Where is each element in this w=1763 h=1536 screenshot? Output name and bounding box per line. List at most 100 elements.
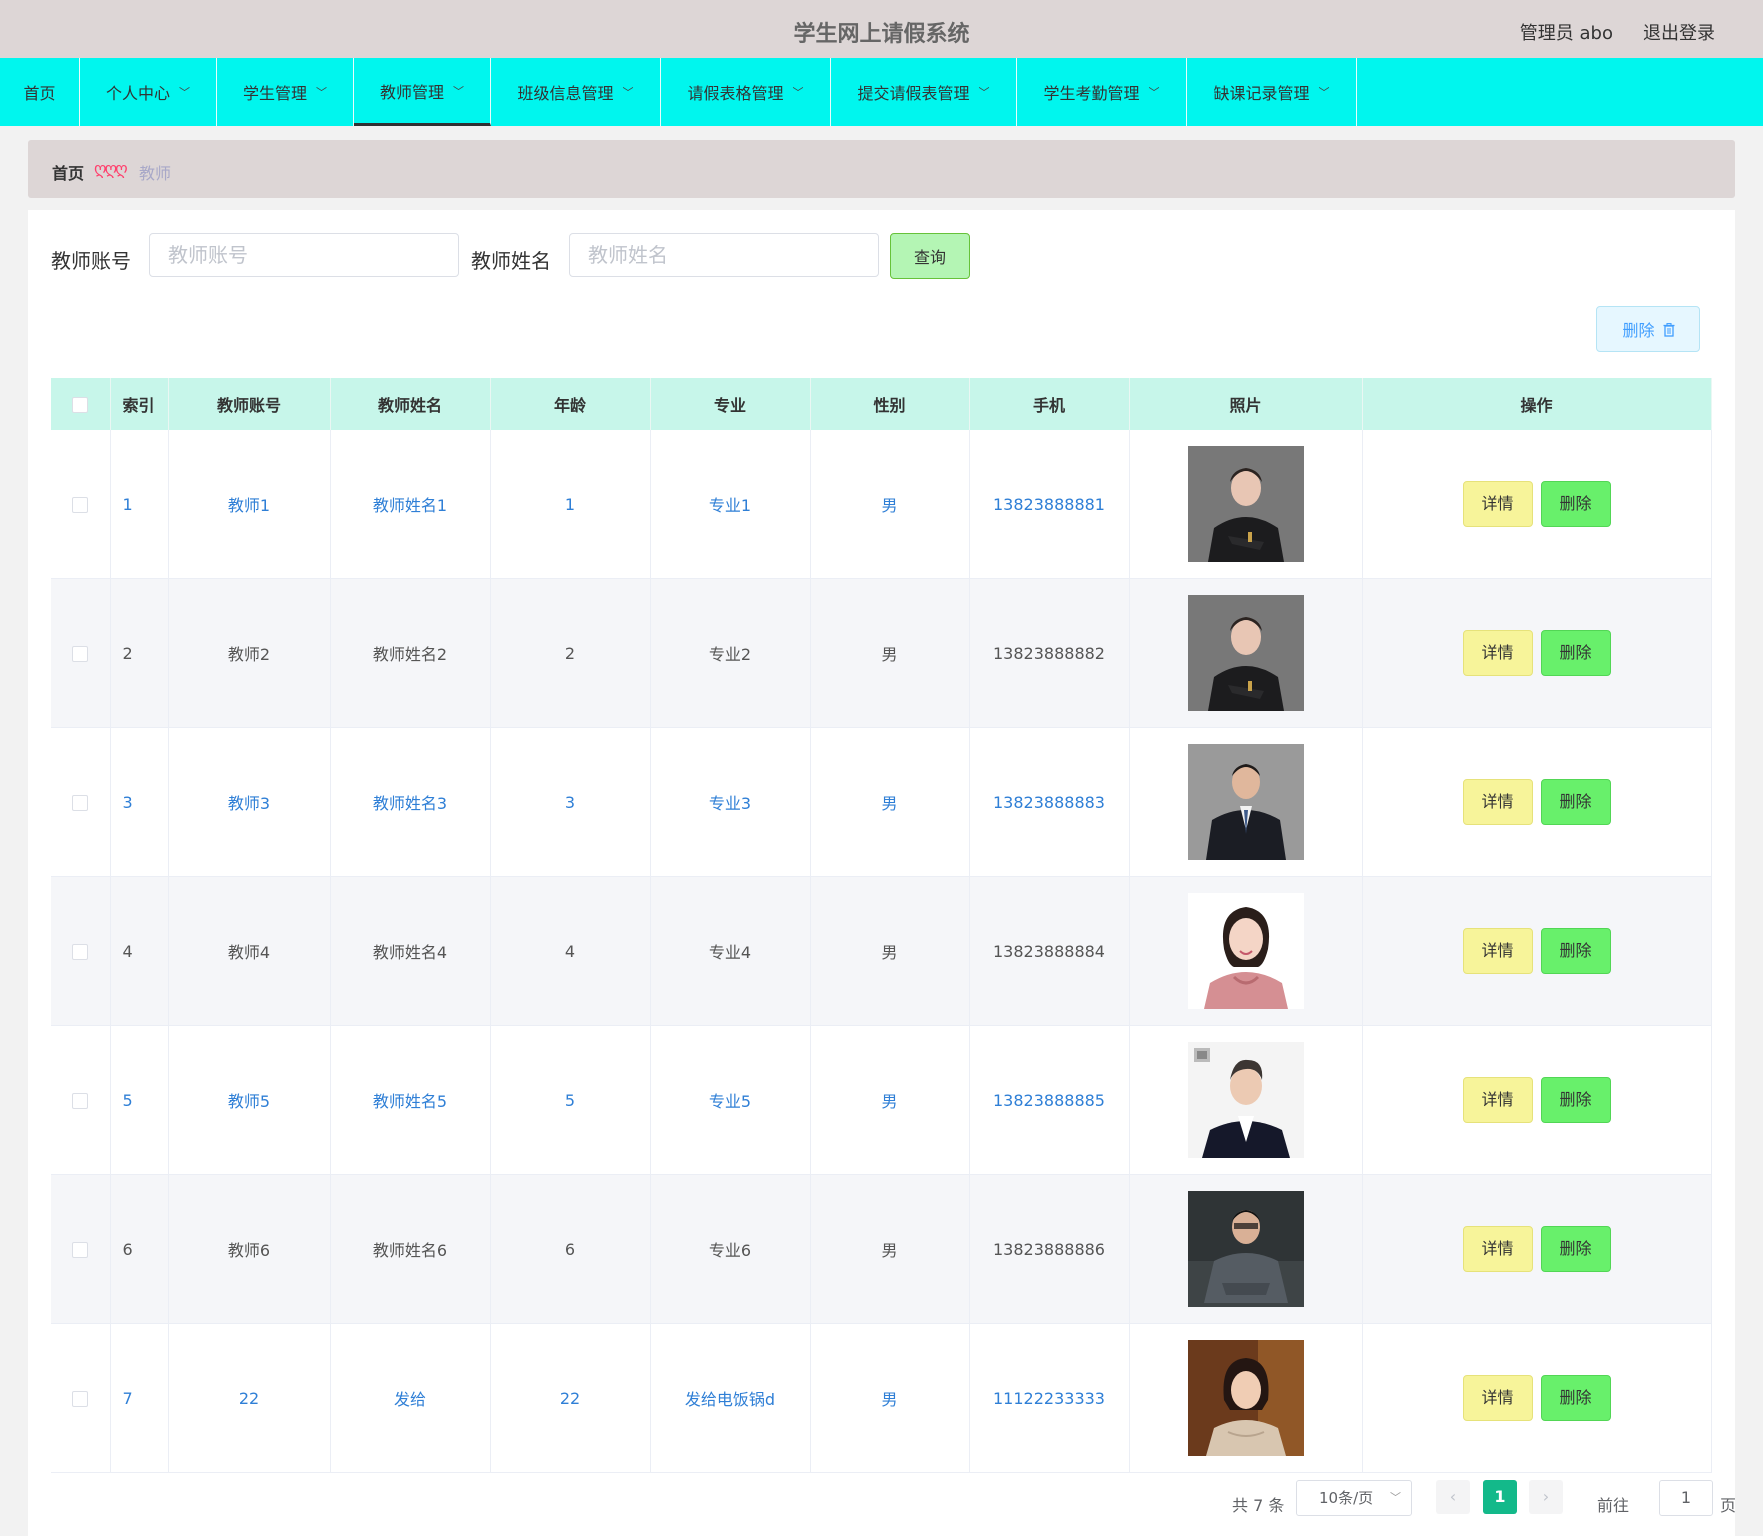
detail-button[interactable]: 详情 xyxy=(1462,1375,1533,1421)
nav-item-label: 个人中心 xyxy=(105,84,170,103)
cell-major: 专业5 xyxy=(650,1025,811,1175)
cell-index: 6 xyxy=(110,1174,169,1324)
cell-account: 教师1 xyxy=(168,430,331,579)
cell-photo xyxy=(1129,876,1363,1026)
bulk-delete-button[interactable]: 删除 xyxy=(1596,306,1700,352)
nav-item-student-management[interactable]: 学生管理 ﹀ xyxy=(217,58,354,126)
teacher-account-input[interactable] xyxy=(149,233,459,277)
cell-major: 专业2 xyxy=(650,578,811,728)
breadcrumb-home[interactable]: 首页 xyxy=(52,160,84,184)
delete-button[interactable]: 删除 xyxy=(1540,1375,1611,1421)
cell-major: 专业3 xyxy=(650,727,811,877)
row-select-cell xyxy=(51,1174,111,1324)
logout-link[interactable]: 退出登录 xyxy=(1643,19,1715,45)
cell-photo xyxy=(1129,1174,1363,1324)
cell-account: 教师3 xyxy=(168,727,331,877)
select-all-cell xyxy=(51,378,111,430)
breadcrumb-current: 教师 xyxy=(139,164,172,183)
user-label: 管理员 abo xyxy=(1519,23,1613,44)
cell-phone: 13823888882 xyxy=(969,578,1130,728)
row-checkbox[interactable] xyxy=(72,1391,89,1407)
chevron-down-icon: ﹀ xyxy=(453,84,464,98)
nav-item-submitted-leave-management[interactable]: 提交请假表管理 ﹀ xyxy=(831,58,1017,126)
teacher-photo xyxy=(1187,893,1304,1009)
table-row: 3 教师3 教师姓名3 3 专业3 男 13823888883 详情 删除 xyxy=(51,727,1712,877)
nav-item-label: 教师管理 xyxy=(379,82,444,102)
row-select-cell xyxy=(51,876,111,1026)
column-header-photo: 照片 xyxy=(1129,378,1363,430)
delete-button[interactable]: 删除 xyxy=(1540,1077,1611,1123)
table-row: 2 教师2 教师姓名2 2 专业2 男 13823888882 详情 删除 xyxy=(51,578,1712,728)
cell-name: 教师姓名4 xyxy=(330,876,491,1026)
cell-age: 1 xyxy=(490,430,651,579)
delete-button[interactable]: 删除 xyxy=(1540,928,1611,974)
cell-age: 3 xyxy=(490,727,651,877)
cell-index: 7 xyxy=(110,1323,169,1473)
nav-item-label: 缺课记录管理 xyxy=(1213,84,1310,103)
detail-button[interactable]: 详情 xyxy=(1462,779,1533,825)
cell-gender: 男 xyxy=(810,1174,970,1324)
cell-index: 5 xyxy=(110,1025,169,1175)
delete-button[interactable]: 删除 xyxy=(1540,481,1611,527)
chevron-down-icon: ﹀ xyxy=(1390,1491,1401,1504)
teacher-photo xyxy=(1187,1042,1304,1158)
cell-age: 6 xyxy=(490,1174,651,1324)
cell-age: 5 xyxy=(490,1025,651,1175)
detail-button[interactable]: 详情 xyxy=(1462,1226,1533,1272)
row-checkbox[interactable] xyxy=(72,646,89,662)
detail-button[interactable]: 详情 xyxy=(1462,1077,1533,1123)
nav-item-label: 提交请假表管理 xyxy=(857,84,970,103)
prev-page-button[interactable]: ‹ xyxy=(1436,1480,1470,1514)
row-checkbox[interactable] xyxy=(72,944,89,960)
row-checkbox[interactable] xyxy=(72,1093,89,1109)
cell-index: 4 xyxy=(110,876,169,1026)
cell-phone: 13823888881 xyxy=(969,430,1130,579)
teacher-name-input[interactable] xyxy=(569,233,879,277)
goto-page-input[interactable]: 1 xyxy=(1659,1480,1713,1516)
nav-item-personal-center[interactable]: 个人中心 ﹀ xyxy=(80,58,217,126)
bulk-delete-label: 删除 xyxy=(1622,321,1655,340)
delete-button[interactable]: 删除 xyxy=(1540,630,1611,676)
cell-actions: 详情 删除 xyxy=(1362,727,1712,877)
detail-button[interactable]: 详情 xyxy=(1462,630,1533,676)
next-page-button[interactable]: › xyxy=(1529,1480,1563,1514)
delete-button[interactable]: 删除 xyxy=(1540,779,1611,825)
nav-item-class-info-management[interactable]: 班级信息管理 ﹀ xyxy=(491,58,661,126)
nav-item-absence-record-management[interactable]: 缺课记录管理 ﹀ xyxy=(1187,58,1357,126)
cell-gender: 男 xyxy=(810,727,970,877)
cell-actions: 详情 删除 xyxy=(1362,1174,1712,1324)
goto-unit-label: 页 xyxy=(1720,1496,1737,1515)
row-checkbox[interactable] xyxy=(72,795,89,811)
cell-account: 22 xyxy=(168,1323,331,1473)
table-row: 1 教师1 教师姓名1 1 专业1 男 13823888881 详情 删除 xyxy=(51,430,1712,579)
table-row: 5 教师5 教师姓名5 5 专业5 男 13823888885 详情 删除 xyxy=(51,1025,1712,1175)
detail-button[interactable]: 详情 xyxy=(1462,928,1533,974)
cell-account: 教师4 xyxy=(168,876,331,1026)
breadcrumb: 首页 ღღღ 教师 xyxy=(28,140,1735,198)
select-all-checkbox[interactable] xyxy=(72,397,89,413)
nav-item-label: 请假表格管理 xyxy=(687,84,784,103)
column-header-phone: 手机 xyxy=(969,378,1130,430)
row-checkbox[interactable] xyxy=(72,1242,89,1258)
row-select-cell xyxy=(51,430,111,579)
cell-gender: 男 xyxy=(810,1025,970,1175)
query-button[interactable]: 查询 xyxy=(890,233,970,279)
teacher-name-label: 教师姓名 xyxy=(471,249,551,273)
row-checkbox[interactable] xyxy=(72,497,89,513)
cell-age: 22 xyxy=(490,1323,651,1473)
nav-item-leave-form-management[interactable]: 请假表格管理 ﹀ xyxy=(661,58,831,126)
cell-name: 发给 xyxy=(330,1323,491,1473)
cell-phone: 13823888884 xyxy=(969,876,1130,1026)
table-header-row: 索引 教师账号 教师姓名 年龄 专业 性别 手机 照片 操作 xyxy=(51,378,1712,430)
page-size-select[interactable]: 10条/页 ﹀ xyxy=(1296,1480,1412,1516)
current-page-button[interactable]: 1 xyxy=(1483,1480,1517,1514)
chevron-down-icon: ﹀ xyxy=(316,86,327,99)
detail-button[interactable]: 详情 xyxy=(1462,481,1533,527)
cell-name: 教师姓名1 xyxy=(330,430,491,579)
nav-item-teacher-management[interactable]: 教师管理 ﹀ xyxy=(354,58,491,126)
nav-item-attendance-management[interactable]: 学生考勤管理 ﹀ xyxy=(1017,58,1187,126)
cell-index: 1 xyxy=(110,430,169,579)
delete-button[interactable]: 删除 xyxy=(1540,1226,1611,1272)
nav-item-home[interactable]: 首页 xyxy=(0,58,80,126)
row-select-cell xyxy=(51,1025,111,1175)
